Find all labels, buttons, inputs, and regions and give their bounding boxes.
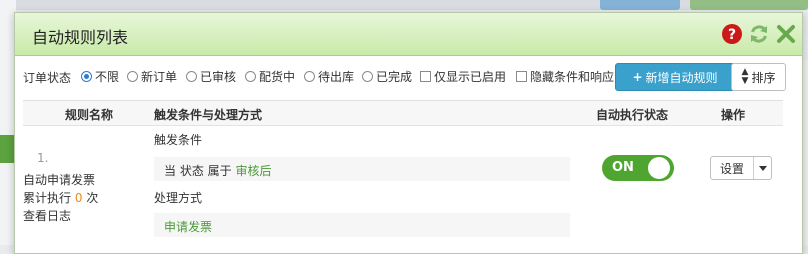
settings-button[interactable]: 设置 (711, 157, 754, 179)
checkbox-enabled-only[interactable]: 仅显示已启用 (420, 66, 506, 86)
filter-option-label: 不限 (95, 69, 120, 84)
dialog-title: 自动规则列表 (32, 28, 129, 47)
rule-name: 自动申请发票 (23, 173, 96, 187)
action-box: 申请发票 (154, 213, 570, 237)
sort-icon: ▲ ▼ (741, 67, 749, 86)
row-index: 1. (37, 151, 49, 165)
trigger-title: 触发条件 (154, 133, 203, 147)
radio[interactable] (362, 70, 373, 82)
filter-option-label: 待出库 (318, 69, 355, 84)
settings-dropdown: 设置 (710, 156, 772, 180)
exec-prefix: 累计执行 (23, 191, 72, 205)
toggle-label: ON (612, 160, 634, 175)
background-topbar (0, 0, 808, 10)
dialog-header: 自动规则列表 ? (15, 13, 802, 56)
plus-icon: + (632, 70, 643, 84)
checkbox-hide-conditions[interactable]: 隐藏条件和响应 (516, 66, 614, 86)
action-title: 处理方式 (154, 191, 203, 205)
filter-option-label: 已完成 (376, 69, 413, 84)
exec-count: 累计执行 0 次 (23, 189, 98, 206)
filter-option-reviewed[interactable]: 已审核 (186, 66, 236, 86)
column-header-condition: 触发条件与处理方式 (154, 108, 263, 122)
filter-option-label: 新订单 (141, 69, 178, 84)
radio[interactable] (186, 70, 197, 82)
trigger-condition: 当 状态 属于 审核后 (164, 162, 271, 179)
add-button-label: 新增自动规则 (645, 70, 718, 85)
auto-exec-toggle[interactable]: ON (602, 155, 674, 181)
close-icon[interactable] (775, 23, 797, 45)
filter-option-label: 配货中 (259, 69, 296, 84)
background-button (690, 0, 808, 10)
toggle-knob (648, 157, 670, 179)
background-button (600, 0, 680, 10)
filter-option-label: 已审核 (200, 69, 237, 84)
background-green-tab (0, 135, 14, 163)
view-log-link[interactable]: 查看日志 (23, 207, 71, 224)
svg-text:?: ? (728, 27, 736, 43)
filter-option-pending-out[interactable]: 待出库 (304, 66, 354, 86)
trigger-value: 审核后 (235, 164, 272, 178)
filter-option-picking[interactable]: 配货中 (245, 66, 295, 86)
refresh-icon[interactable] (748, 23, 770, 45)
checkbox[interactable] (516, 70, 527, 82)
filter-option-all[interactable]: 不限 (81, 66, 119, 86)
exec-count-value: 0 (74, 191, 83, 205)
checkbox-label: 仅显示已启用 (434, 69, 507, 84)
table-header: 规则名称 触发条件与处理方式 自动执行状态 操作 (23, 101, 783, 126)
column-header-name: 规则名称 (65, 108, 114, 122)
radio-selected[interactable] (81, 70, 92, 82)
trigger-prefix: 当 状态 属于 (164, 164, 232, 178)
filter-option-new[interactable]: 新订单 (127, 66, 177, 86)
sort-button[interactable]: ▲ ▼ 排序 (731, 63, 786, 91)
add-auto-rule-button[interactable]: + 新增自动规则 (615, 63, 735, 91)
checkbox[interactable] (420, 70, 431, 82)
help-icon[interactable]: ? (721, 23, 743, 45)
checkbox-label: 隐藏条件和响应 (529, 69, 614, 84)
radio[interactable] (127, 70, 138, 82)
column-header-status: 自动执行状态 (596, 108, 669, 122)
radio[interactable] (245, 70, 256, 82)
action-value: 申请发票 (164, 220, 213, 234)
column-header-action: 操作 (721, 108, 746, 122)
sort-button-label: 排序 (751, 70, 776, 85)
rule-table: 规则名称 触发条件与处理方式 自动执行状态 操作 1. 自动申请发票 累计执行 … (23, 100, 783, 254)
exec-suffix: 次 (86, 191, 99, 205)
trigger-condition-box: 当 状态 属于 审核后 (154, 157, 570, 181)
filter-option-done[interactable]: 已完成 (362, 66, 412, 86)
filter-label: 订单状态 (23, 71, 72, 85)
caret-down-icon[interactable] (754, 157, 771, 179)
table-row: 1. 自动申请发票 累计执行 0 次 查看日志 触发条件 当 状态 属于 审核后… (23, 127, 783, 254)
radio[interactable] (304, 70, 315, 82)
auto-rule-dialog: 自动规则列表 ? 订单状态 不限 新订单 已审核 配货中 待出库 已完成 仅显示… (14, 12, 803, 254)
